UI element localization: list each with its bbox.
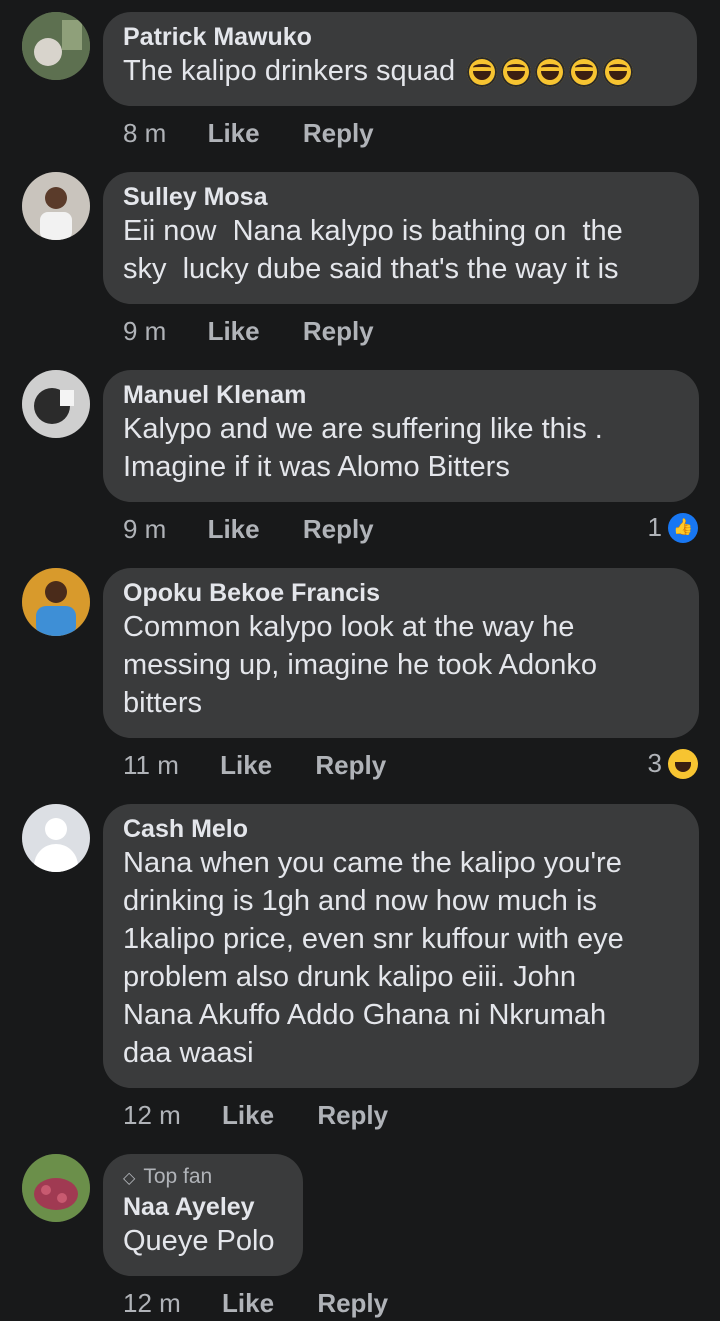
haha-reaction-icon (668, 748, 698, 779)
default-avatar-icon (45, 818, 67, 840)
reaction-summary[interactable]: 3 (648, 748, 698, 779)
photo-avatar-icon (22, 568, 90, 636)
comment-bubble: ◇ Top fan Naa Ayeley Queye Polo (103, 1154, 303, 1276)
comment-text: The kalipo drinkers squad (123, 52, 677, 90)
reaction-count: 1 (647, 512, 662, 542)
reply-button[interactable]: Reply (317, 1288, 388, 1318)
commenter-name[interactable]: Opoku Bekoe Francis (123, 578, 679, 608)
comment-text: Common kalypo look at the way he messing… (123, 611, 597, 719)
like-button[interactable]: Like (222, 1100, 274, 1130)
reaction-count: 3 (647, 748, 662, 778)
diamond-icon: ◇ (123, 1170, 136, 1187)
comment-text: Nana when you came the kalipo you're dri… (123, 847, 624, 1069)
commenter-name[interactable]: Patrick Mawuko (123, 22, 677, 52)
laughing-emoji-icon (535, 57, 566, 88)
top-fan-badge: ◇ Top fan (123, 1165, 213, 1188)
like-button[interactable]: Like (208, 514, 260, 544)
commenter-name[interactable]: Manuel Klenam (123, 380, 679, 410)
avatar[interactable] (22, 12, 90, 80)
comment-time[interactable]: 12 m (123, 1100, 181, 1130)
laughing-emoji-icon (569, 57, 600, 88)
like-reaction-icon: 👍 (668, 512, 698, 543)
comment-bubble: Patrick Mawuko The kalipo drinkers squad (103, 12, 697, 106)
comment-text: Eii now Nana kalypo is bathing on the sk… (123, 215, 623, 285)
reply-button[interactable]: Reply (303, 118, 374, 148)
commenter-name[interactable]: Sulley Mosa (123, 182, 679, 212)
comment-bubble: Sulley Mosa Eii now Nana kalypo is bathi… (103, 172, 699, 304)
commenter-name[interactable]: Naa Ayeley (123, 1192, 283, 1222)
avatar[interactable] (22, 370, 90, 438)
reply-button[interactable]: Reply (315, 750, 386, 780)
reaction-summary[interactable]: 1 👍 (648, 512, 698, 543)
avatar[interactable] (22, 568, 90, 636)
comment-text: Queye Polo (123, 1225, 275, 1257)
reply-button[interactable]: Reply (303, 316, 374, 346)
photo-avatar-icon (22, 370, 90, 438)
avatar[interactable] (22, 172, 90, 240)
commenter-name[interactable]: Cash Melo (123, 814, 679, 844)
like-button[interactable]: Like (208, 316, 260, 346)
reply-button[interactable]: Reply (317, 1100, 388, 1130)
like-button[interactable]: Like (222, 1288, 274, 1318)
comment-time[interactable]: 12 m (123, 1288, 181, 1318)
photo-avatar-icon (22, 12, 90, 80)
comment-bubble: Cash Melo Nana when you came the kalipo … (103, 804, 699, 1088)
laughing-emoji-icon (467, 57, 498, 88)
comment-actions: 9 m Like Reply (123, 316, 374, 346)
reply-button[interactable]: Reply (303, 514, 374, 544)
comment-actions: 12 m Like Reply (123, 1100, 388, 1130)
like-button[interactable]: Like (220, 750, 272, 780)
comment-text: Kalypo and we are suffering like this . … (123, 413, 603, 483)
laughing-emoji-icon (603, 57, 634, 88)
comment-actions: 11 m Like Reply (123, 750, 386, 780)
comment-actions: 9 m Like Reply (123, 514, 374, 544)
comment-actions: 8 m Like Reply (123, 118, 374, 148)
avatar[interactable] (22, 1154, 90, 1222)
laughing-emoji-icon (501, 57, 532, 88)
comment-bubble: Opoku Bekoe Francis Common kalypo look a… (103, 568, 699, 738)
comment-bubble: Manuel Klenam Kalypo and we are sufferin… (103, 370, 699, 502)
photo-avatar-icon (22, 1154, 90, 1222)
comment-time[interactable]: 11 m (123, 750, 179, 780)
comment-time[interactable]: 9 m (123, 316, 166, 346)
comment-actions: 12 m Like Reply (123, 1288, 388, 1318)
like-button[interactable]: Like (208, 118, 260, 148)
photo-avatar-icon (22, 172, 90, 240)
comment-time[interactable]: 9 m (123, 514, 166, 544)
comment-time[interactable]: 8 m (123, 118, 166, 148)
avatar[interactable] (22, 804, 90, 872)
